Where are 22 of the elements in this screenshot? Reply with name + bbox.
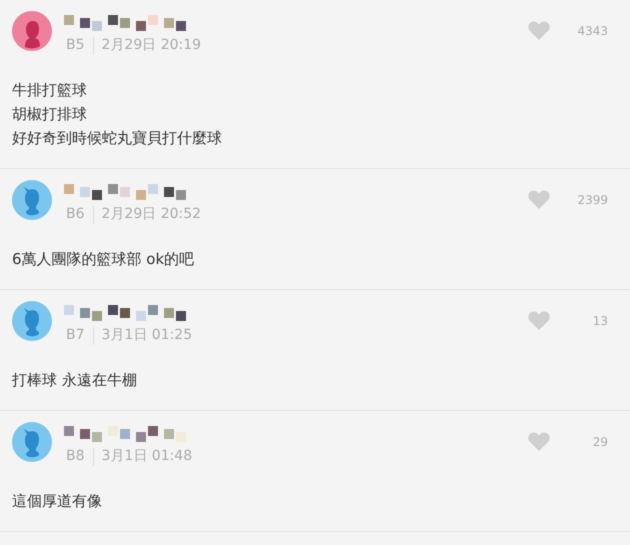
comment-text: 6萬人團隊的籃球部 ok的吧 (12, 249, 196, 270)
heart-icon[interactable] (528, 190, 550, 209)
comment-text: 牛排打籃球 (12, 80, 88, 101)
post-time: 2月29日 20:52 (102, 205, 202, 224)
like-count: 29 (592, 434, 608, 450)
heart-icon[interactable] (528, 432, 550, 451)
like-count: 4343 (576, 22, 608, 40)
like-count: 2399 (576, 192, 608, 208)
floor-number: B5 (66, 36, 85, 55)
floor-number: B8 (66, 447, 85, 466)
like-count: 13 (592, 312, 608, 330)
post-time: 2月29日 20:19 (102, 36, 202, 55)
heart-icon[interactable] (528, 311, 550, 330)
comment-text: 打棒球 永遠在牛棚 (12, 370, 138, 391)
heart-icon[interactable] (528, 21, 550, 40)
comment-text: 好好奇到時候蛇丸寶貝打什麼球 (12, 128, 223, 149)
post-time: 3月1日 01:25 (102, 326, 192, 345)
floor-number: B7 (66, 326, 85, 345)
comment-text: 這個厚道有像 (12, 491, 103, 512)
post-time: 3月1日 01:48 (102, 447, 192, 466)
floor-number: B6 (66, 205, 85, 224)
comment-text: 胡椒打排球 (12, 104, 88, 125)
